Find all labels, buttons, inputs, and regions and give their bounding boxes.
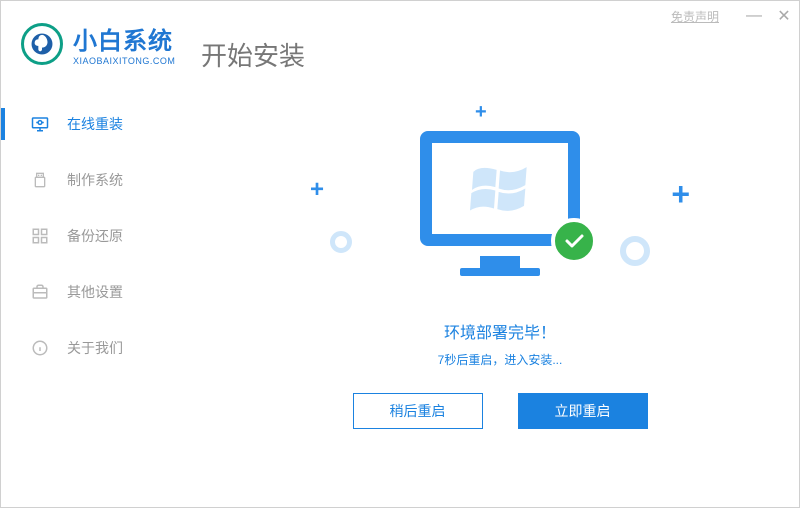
page-title: 开始安装 <box>201 36 305 73</box>
decoration-ring-icon <box>330 231 352 253</box>
close-button[interactable]: ✕ <box>769 1 799 31</box>
status-title: 环境部署完毕！ <box>444 319 556 343</box>
header: 小白系统 XIAOBAIXITONG.COM <box>21 21 175 66</box>
windows-logo-icon <box>470 161 530 216</box>
minimize-button[interactable]: — <box>739 1 769 31</box>
sidebar-item-label: 其他设置 <box>67 282 123 302</box>
brand-subtitle: XIAOBAIXITONG.COM <box>73 56 175 66</box>
sidebar-item-other-settings[interactable]: 其他设置 <box>1 264 181 320</box>
status-subtitle: 7秒后重启，进入安装... <box>438 351 563 368</box>
restart-later-button[interactable]: 稍后重启 <box>353 393 483 429</box>
sidebar: 在线重装 制作系统 备份还原 其他设置 关于我们 <box>1 96 181 376</box>
sidebar-item-make-system[interactable]: 制作系统 <box>1 152 181 208</box>
decoration-ring-icon <box>620 236 650 266</box>
monitor-icon <box>31 115 49 133</box>
disclaimer-link[interactable]: 免责声明 <box>671 8 719 25</box>
usb-icon <box>31 171 49 189</box>
monitor-stand <box>480 256 520 268</box>
sidebar-item-online-reinstall[interactable]: 在线重装 <box>1 96 181 152</box>
brand-title: 小白系统 <box>73 21 175 56</box>
success-check-icon <box>551 218 597 264</box>
sidebar-item-backup-restore[interactable]: 备份还原 <box>1 208 181 264</box>
illustration: + + + <box>300 101 700 301</box>
restart-now-button[interactable]: 立即重启 <box>518 393 648 429</box>
sidebar-item-label: 制作系统 <box>67 170 123 190</box>
monitor-base <box>460 268 540 276</box>
main-content: + + + 环境部署完毕！ 7秒后重启，进入安装... 稍后重启 <box>201 91 799 507</box>
app-window: 免责声明 — ✕ 小白系统 XIAOBAIXITONG.COM 开始安装 在线重… <box>0 0 800 508</box>
briefcase-icon <box>31 283 49 301</box>
sidebar-item-label: 在线重装 <box>67 114 123 134</box>
decoration-plus-icon: + <box>475 101 487 124</box>
decoration-plus-icon: + <box>671 176 690 213</box>
sidebar-item-label: 关于我们 <box>67 338 123 358</box>
titlebar: 免责声明 — ✕ <box>671 1 799 31</box>
app-logo-icon <box>21 23 63 65</box>
button-row: 稍后重启 立即重启 <box>353 393 648 429</box>
decoration-plus-icon: + <box>310 176 324 204</box>
sidebar-item-about-us[interactable]: 关于我们 <box>1 320 181 376</box>
sidebar-item-label: 备份还原 <box>67 226 123 246</box>
info-icon <box>31 339 49 357</box>
grid-icon <box>31 227 49 245</box>
brand: 小白系统 XIAOBAIXITONG.COM <box>73 21 175 66</box>
